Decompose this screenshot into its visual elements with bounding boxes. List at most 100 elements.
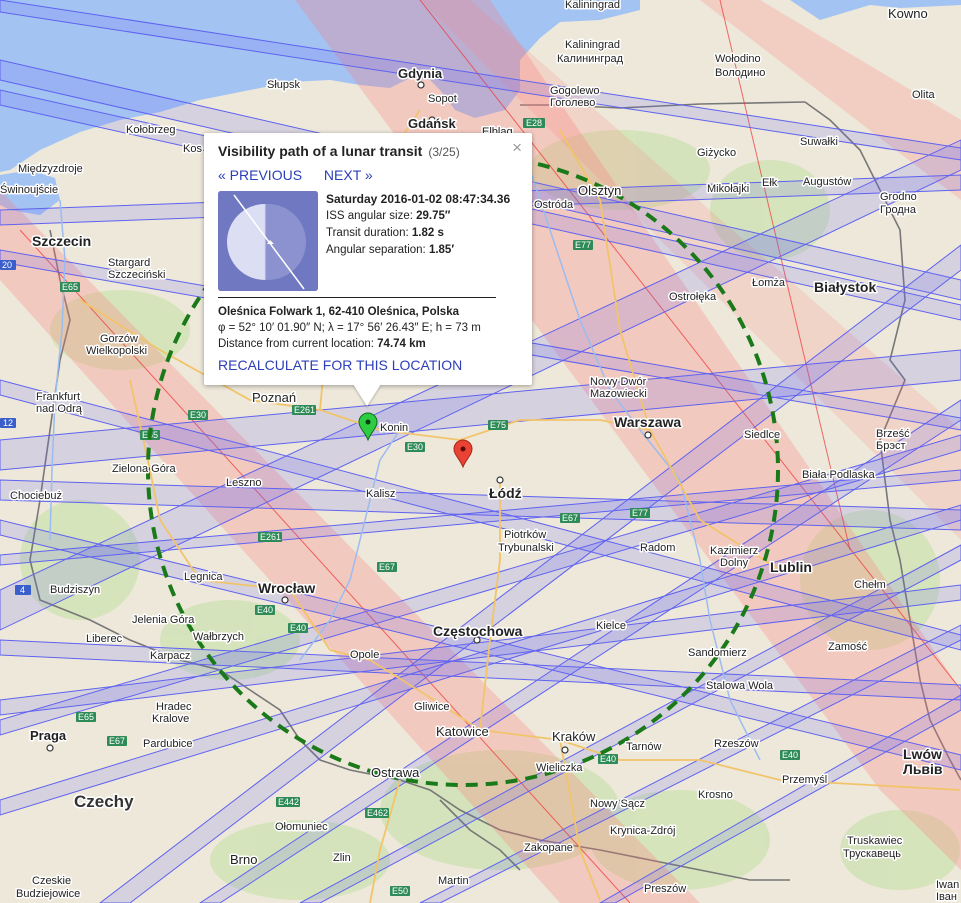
svg-text:Częstochowa: Częstochowa [433, 623, 523, 639]
svg-text:Czeskie: Czeskie [32, 875, 71, 887]
svg-text:Pardubice: Pardubice [143, 738, 193, 750]
popup-tail [353, 384, 381, 406]
svg-text:Liberec: Liberec [86, 633, 123, 645]
popup-title-text: Visibility path of a lunar transit [218, 143, 423, 159]
svg-text:Karpacz: Karpacz [150, 650, 190, 662]
svg-text:E67: E67 [379, 562, 395, 572]
svg-text:Iwan: Iwan [936, 879, 959, 891]
svg-text:Kielce: Kielce [596, 620, 626, 632]
svg-text:E442: E442 [278, 797, 299, 807]
svg-text:Zakopane: Zakopane [524, 842, 573, 854]
location-details: Oleśnica Folwark 1, 62-410 Oleśnica, Pol… [218, 304, 518, 352]
svg-text:Kołobrzeg: Kołobrzeg [126, 124, 176, 136]
svg-text:Czechy: Czechy [74, 792, 134, 811]
svg-text:Ołomuniec: Ołomuniec [275, 821, 328, 833]
svg-text:Siedlce: Siedlce [744, 429, 780, 441]
separation-label: Angular separation: [326, 244, 426, 256]
svg-text:E30: E30 [190, 410, 206, 420]
svg-text:4: 4 [20, 585, 25, 595]
svg-text:E28: E28 [526, 118, 542, 128]
svg-text:Łódź: Łódź [489, 485, 522, 501]
location-address: Oleśnica Folwark 1, 62-410 Oleśnica, Pol… [218, 306, 459, 318]
svg-text:Mikołajki: Mikołajki [707, 183, 749, 195]
svg-text:Львів: Львів [903, 761, 943, 777]
popup-title: Visibility path of a lunar transit (3/25) [218, 143, 518, 159]
svg-text:Giżycko: Giżycko [697, 147, 736, 159]
distance-label: Distance from current location: [218, 338, 374, 350]
svg-text:Kaliningrad: Kaliningrad [565, 0, 620, 11]
svg-text:Lublin: Lublin [770, 559, 812, 575]
transit-summary: Saturday 2016-01-02 08:47:34.36 ISS angu… [218, 191, 518, 291]
svg-text:Preszów: Preszów [644, 883, 686, 895]
svg-text:E261: E261 [294, 405, 315, 415]
svg-text:Gdynia: Gdynia [398, 66, 443, 81]
duration-value: 1.82 s [411, 227, 444, 239]
svg-text:Kos: Kos [183, 143, 202, 155]
svg-text:Tarnów: Tarnów [626, 741, 662, 753]
svg-text:Ostróda: Ostróda [534, 199, 574, 211]
svg-text:Kowno: Kowno [888, 6, 928, 21]
svg-text:Kaliningrad: Kaliningrad [565, 39, 620, 51]
svg-text:Martin: Martin [438, 875, 469, 887]
svg-text:Międzyzdroje: Międzyzdroje [18, 163, 83, 175]
svg-text:Володино: Володино [715, 67, 765, 79]
next-link[interactable]: NEXT » [324, 167, 373, 183]
svg-text:Stalowa Wola: Stalowa Wola [706, 680, 774, 692]
svg-text:Słupsk: Słupsk [267, 79, 301, 91]
popup-nav: « PREVIOUS NEXT » [218, 167, 518, 183]
svg-text:Jelenia Góra: Jelenia Góra [132, 614, 195, 626]
svg-text:Chełm: Chełm [854, 579, 886, 591]
transit-info-popup: × Visibility path of a lunar transit (3/2… [204, 133, 532, 385]
svg-text:Гоголево: Гоголево [550, 97, 595, 109]
svg-text:E67: E67 [562, 513, 578, 523]
svg-text:Szczecin: Szczecin [32, 233, 91, 249]
close-icon[interactable]: × [512, 138, 522, 158]
recalculate-link[interactable]: RECALCULATE FOR THIS LOCATION [218, 357, 518, 373]
svg-text:Praga: Praga [30, 728, 67, 743]
svg-text:Białystok: Białystok [814, 279, 876, 295]
svg-text:Wołodino: Wołodino [715, 53, 761, 65]
svg-text:Radom: Radom [640, 542, 675, 554]
svg-text:Lwów: Lwów [903, 746, 942, 762]
svg-text:Brno: Brno [230, 852, 257, 867]
svg-text:E50: E50 [392, 886, 408, 896]
svg-text:Іван: Іван [936, 891, 957, 903]
svg-text:Ostrawa: Ostrawa [371, 765, 420, 780]
svg-text:nad Odrą: nad Odrą [36, 403, 83, 415]
transit-preview-image [218, 191, 318, 291]
svg-text:Warszawa: Warszawa [614, 414, 681, 430]
svg-text:Grodno: Grodno [880, 191, 917, 203]
svg-text:Zielona Góra: Zielona Góra [112, 463, 176, 475]
svg-text:Szczeciński: Szczeciński [108, 269, 165, 281]
svg-text:E40: E40 [600, 754, 616, 764]
svg-text:Nowy Dwór: Nowy Dwór [590, 376, 647, 388]
svg-text:Mazowiecki: Mazowiecki [590, 388, 647, 400]
previous-link[interactable]: « PREVIOUS [218, 167, 302, 183]
svg-text:Wielkopolski: Wielkopolski [86, 345, 147, 357]
svg-text:Ełk: Ełk [762, 177, 778, 189]
svg-text:Kalisz: Kalisz [366, 488, 395, 500]
svg-text:Olsztyn: Olsztyn [578, 183, 621, 198]
svg-text:Budziszyn: Budziszyn [50, 584, 100, 596]
svg-text:Krynica-Zdrój: Krynica-Zdrój [610, 825, 675, 837]
svg-text:Trybunalski: Trybunalski [498, 542, 554, 554]
transit-counter: (3/25) [428, 145, 460, 159]
duration-label: Transit duration: [326, 227, 409, 239]
separation-row: Angular separation: 1.85′ [326, 242, 510, 259]
svg-text:Kralove: Kralove [152, 713, 189, 725]
svg-text:Piotrków: Piotrków [504, 529, 546, 541]
svg-text:Zlin: Zlin [333, 852, 351, 864]
iss-size-value: 29.75′′ [416, 210, 451, 222]
svg-text:Zamość: Zamość [828, 641, 868, 653]
svg-text:Gdańsk: Gdańsk [408, 116, 456, 131]
svg-text:Wałbrzych: Wałbrzych [193, 631, 244, 643]
svg-text:E40: E40 [257, 605, 273, 615]
svg-text:Гродна: Гродна [880, 204, 917, 216]
svg-text:Olita: Olita [912, 89, 936, 101]
svg-text:Kazimierz: Kazimierz [710, 545, 758, 557]
svg-text:Sopot: Sopot [428, 93, 457, 105]
separation-value: 1.85′ [428, 244, 455, 256]
svg-text:Augustów: Augustów [803, 176, 851, 188]
svg-text:Dolny: Dolny [720, 557, 749, 569]
svg-text:Sandomierz: Sandomierz [688, 647, 747, 659]
